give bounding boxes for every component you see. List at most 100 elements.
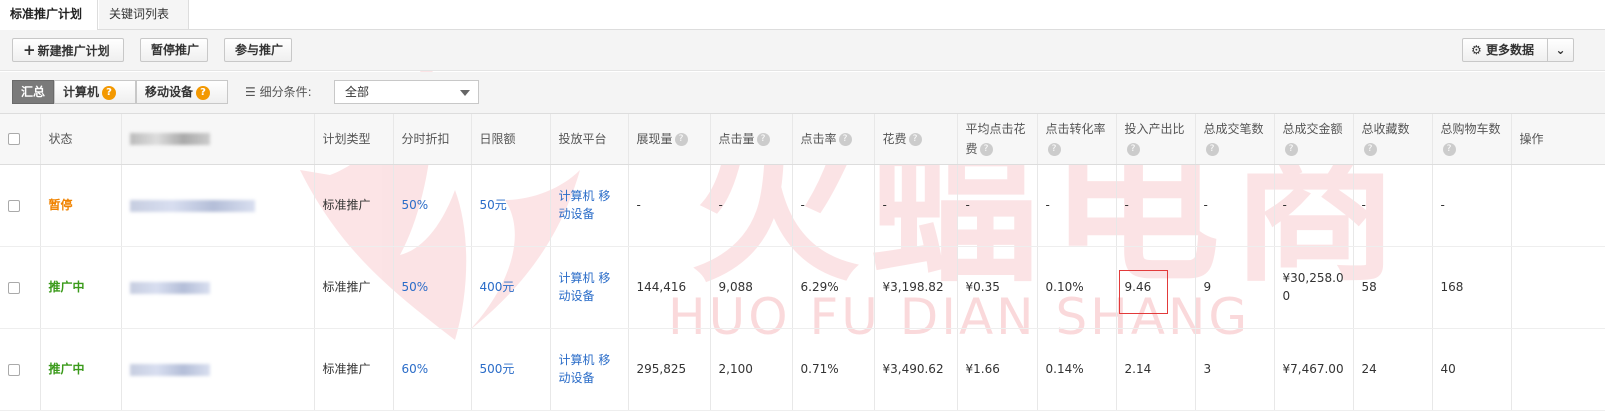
col-orders[interactable]: 总成交笔数? [1195,114,1275,165]
col-gmv-label: 总成交金额 [1282,121,1343,136]
row-plan-name [121,328,315,411]
col-avg-cpc-label: 平均点击花费 [965,121,1026,156]
condition-label: ☰ 细分条件: [245,80,312,104]
pause-button[interactable]: 暂停推广 [140,38,208,62]
help-icon[interactable]: ? [1442,142,1456,156]
row-time-discount[interactable]: 50% [393,164,472,247]
row-select-cell [0,328,41,411]
row-plan-type: 标准推广 [314,246,394,329]
row-status[interactable]: 推广中 [40,328,122,411]
col-ctr-label: 点击率 [800,131,837,146]
col-cost[interactable]: 花费? [874,114,958,165]
help-icon[interactable]: ? [196,85,211,100]
row-ctr: - [792,164,875,247]
col-gmv[interactable]: 总成交金额? [1274,114,1354,165]
col-orders-label: 总成交笔数 [1203,121,1264,136]
select-all-checkbox[interactable] [8,133,20,146]
tab-standard-plans[interactable]: 标准推广计划 [0,0,98,30]
row-roi: 9.46 [1116,246,1196,329]
row-status[interactable]: 推广中 [40,246,122,329]
redacted-plan-name[interactable] [129,199,255,212]
redacted-plan-name[interactable] [129,281,210,294]
row-time-discount[interactable]: 50% [393,246,472,329]
row-daily-limit[interactable]: 500元 [471,328,551,411]
segment-summary[interactable]: 汇总 [12,80,54,104]
row-cost: - [874,164,958,247]
help-icon[interactable]: ? [1284,142,1298,156]
help-icon[interactable]: ? [979,142,993,156]
row-cart: - [1432,164,1512,247]
row-platform[interactable]: 计算机 移动设备 [550,246,629,329]
redacted-header [129,133,210,146]
col-avg-cpc[interactable]: 平均点击花费? [957,114,1038,165]
help-icon[interactable]: ? [1047,142,1061,156]
redacted-plan-name[interactable] [129,363,210,376]
help-icon[interactable]: ? [674,132,688,146]
new-plan-button[interactable]: + 新建推广计划 [12,38,124,62]
row-impressions: - [628,164,711,247]
row-checkbox[interactable] [8,199,20,212]
help-icon[interactable]: ? [756,132,770,146]
help-icon[interactable]: ? [1126,142,1140,156]
help-icon[interactable]: ? [1363,142,1377,156]
help-icon[interactable]: ? [838,132,852,146]
join-button[interactable]: 参与推广 [224,38,292,62]
row-cost: ¥3,198.82 [874,246,958,329]
filter-bar: 汇总 计算机? 移动设备? ☰ 细分条件: 全部 [0,72,1605,114]
plus-icon: + [23,41,36,59]
row-avg-cpc: - [957,164,1038,247]
help-icon[interactable]: ? [908,132,922,146]
row-platform[interactable]: 计算机 移动设备 [550,328,629,411]
row-roi: - [1116,164,1196,247]
help-icon[interactable]: ? [1205,142,1219,156]
col-roi-label: 投入产出比 [1124,121,1185,136]
row-checkbox[interactable] [8,363,20,376]
row-clicks: - [710,164,793,247]
col-ctr[interactable]: 点击率? [792,114,875,165]
row-gmv: ¥7,467.00 [1274,328,1354,411]
plan-table: 状态 计划类型 分时折扣 日限额 投放平台 展现量? 点击量? 点击率? 花费?… [0,114,1605,411]
row-checkbox[interactable] [8,281,20,294]
row-select-cell [0,164,41,247]
row-cost: ¥3,490.62 [874,328,958,411]
col-roi[interactable]: 投入产出比? [1116,114,1196,165]
caret-down-icon [460,90,470,96]
segment-computer-label: 计算机 [63,85,100,99]
row-favorites: - [1353,164,1433,247]
row-status[interactable]: 暂停 [40,164,122,247]
row-platform[interactable]: 计算机 移动设备 [550,164,629,247]
more-data-button[interactable]: ⚙ 更多数据 ⌄ [1462,38,1574,62]
row-ctr: 0.71% [792,328,875,411]
help-icon[interactable]: ? [102,85,117,100]
col-clicks-label: 点击量 [718,131,755,146]
row-time-discount[interactable]: 60% [393,328,472,411]
col-status[interactable]: 状态 [40,114,122,165]
row-clicks: 9,088 [710,246,793,329]
tab-bar: 标准推广计划 关键词列表 [0,0,1605,30]
col-cvr[interactable]: 点击转化率? [1037,114,1117,165]
col-impressions[interactable]: 展现量? [628,114,711,165]
col-favorites-label: 总收藏数 [1361,121,1410,136]
row-ctr: 6.29% [792,246,875,329]
row-orders: - [1195,164,1275,247]
row-clicks: 2,100 [710,328,793,411]
row-daily-limit[interactable]: 400元 [471,246,551,329]
row-plan-name [121,164,315,247]
table-row: 推广中 标准推广 50% 400元 计算机 移动设备 144,416 9,088… [0,246,1605,329]
col-favorites[interactable]: 总收藏数? [1353,114,1433,165]
row-favorites: 24 [1353,328,1433,411]
row-cvr: - [1037,164,1117,247]
row-plan-type: 标准推广 [314,164,394,247]
segment-computer[interactable]: 计算机? [54,80,136,104]
tab-keyword-list[interactable]: 关键词列表 [99,0,189,30]
row-daily-limit[interactable]: 50元 [471,164,551,247]
col-clicks[interactable]: 点击量? [710,114,793,165]
list-icon: ☰ [245,85,256,99]
chevron-down-icon[interactable]: ⌄ [1547,39,1573,61]
segment-mobile[interactable]: 移动设备? [136,80,228,104]
condition-select[interactable]: 全部 [334,80,479,104]
row-actions [1511,246,1605,329]
select-all-cell [0,114,41,165]
col-cart[interactable]: 总购物车数? [1432,114,1512,165]
row-avg-cpc: ¥0.35 [957,246,1038,329]
